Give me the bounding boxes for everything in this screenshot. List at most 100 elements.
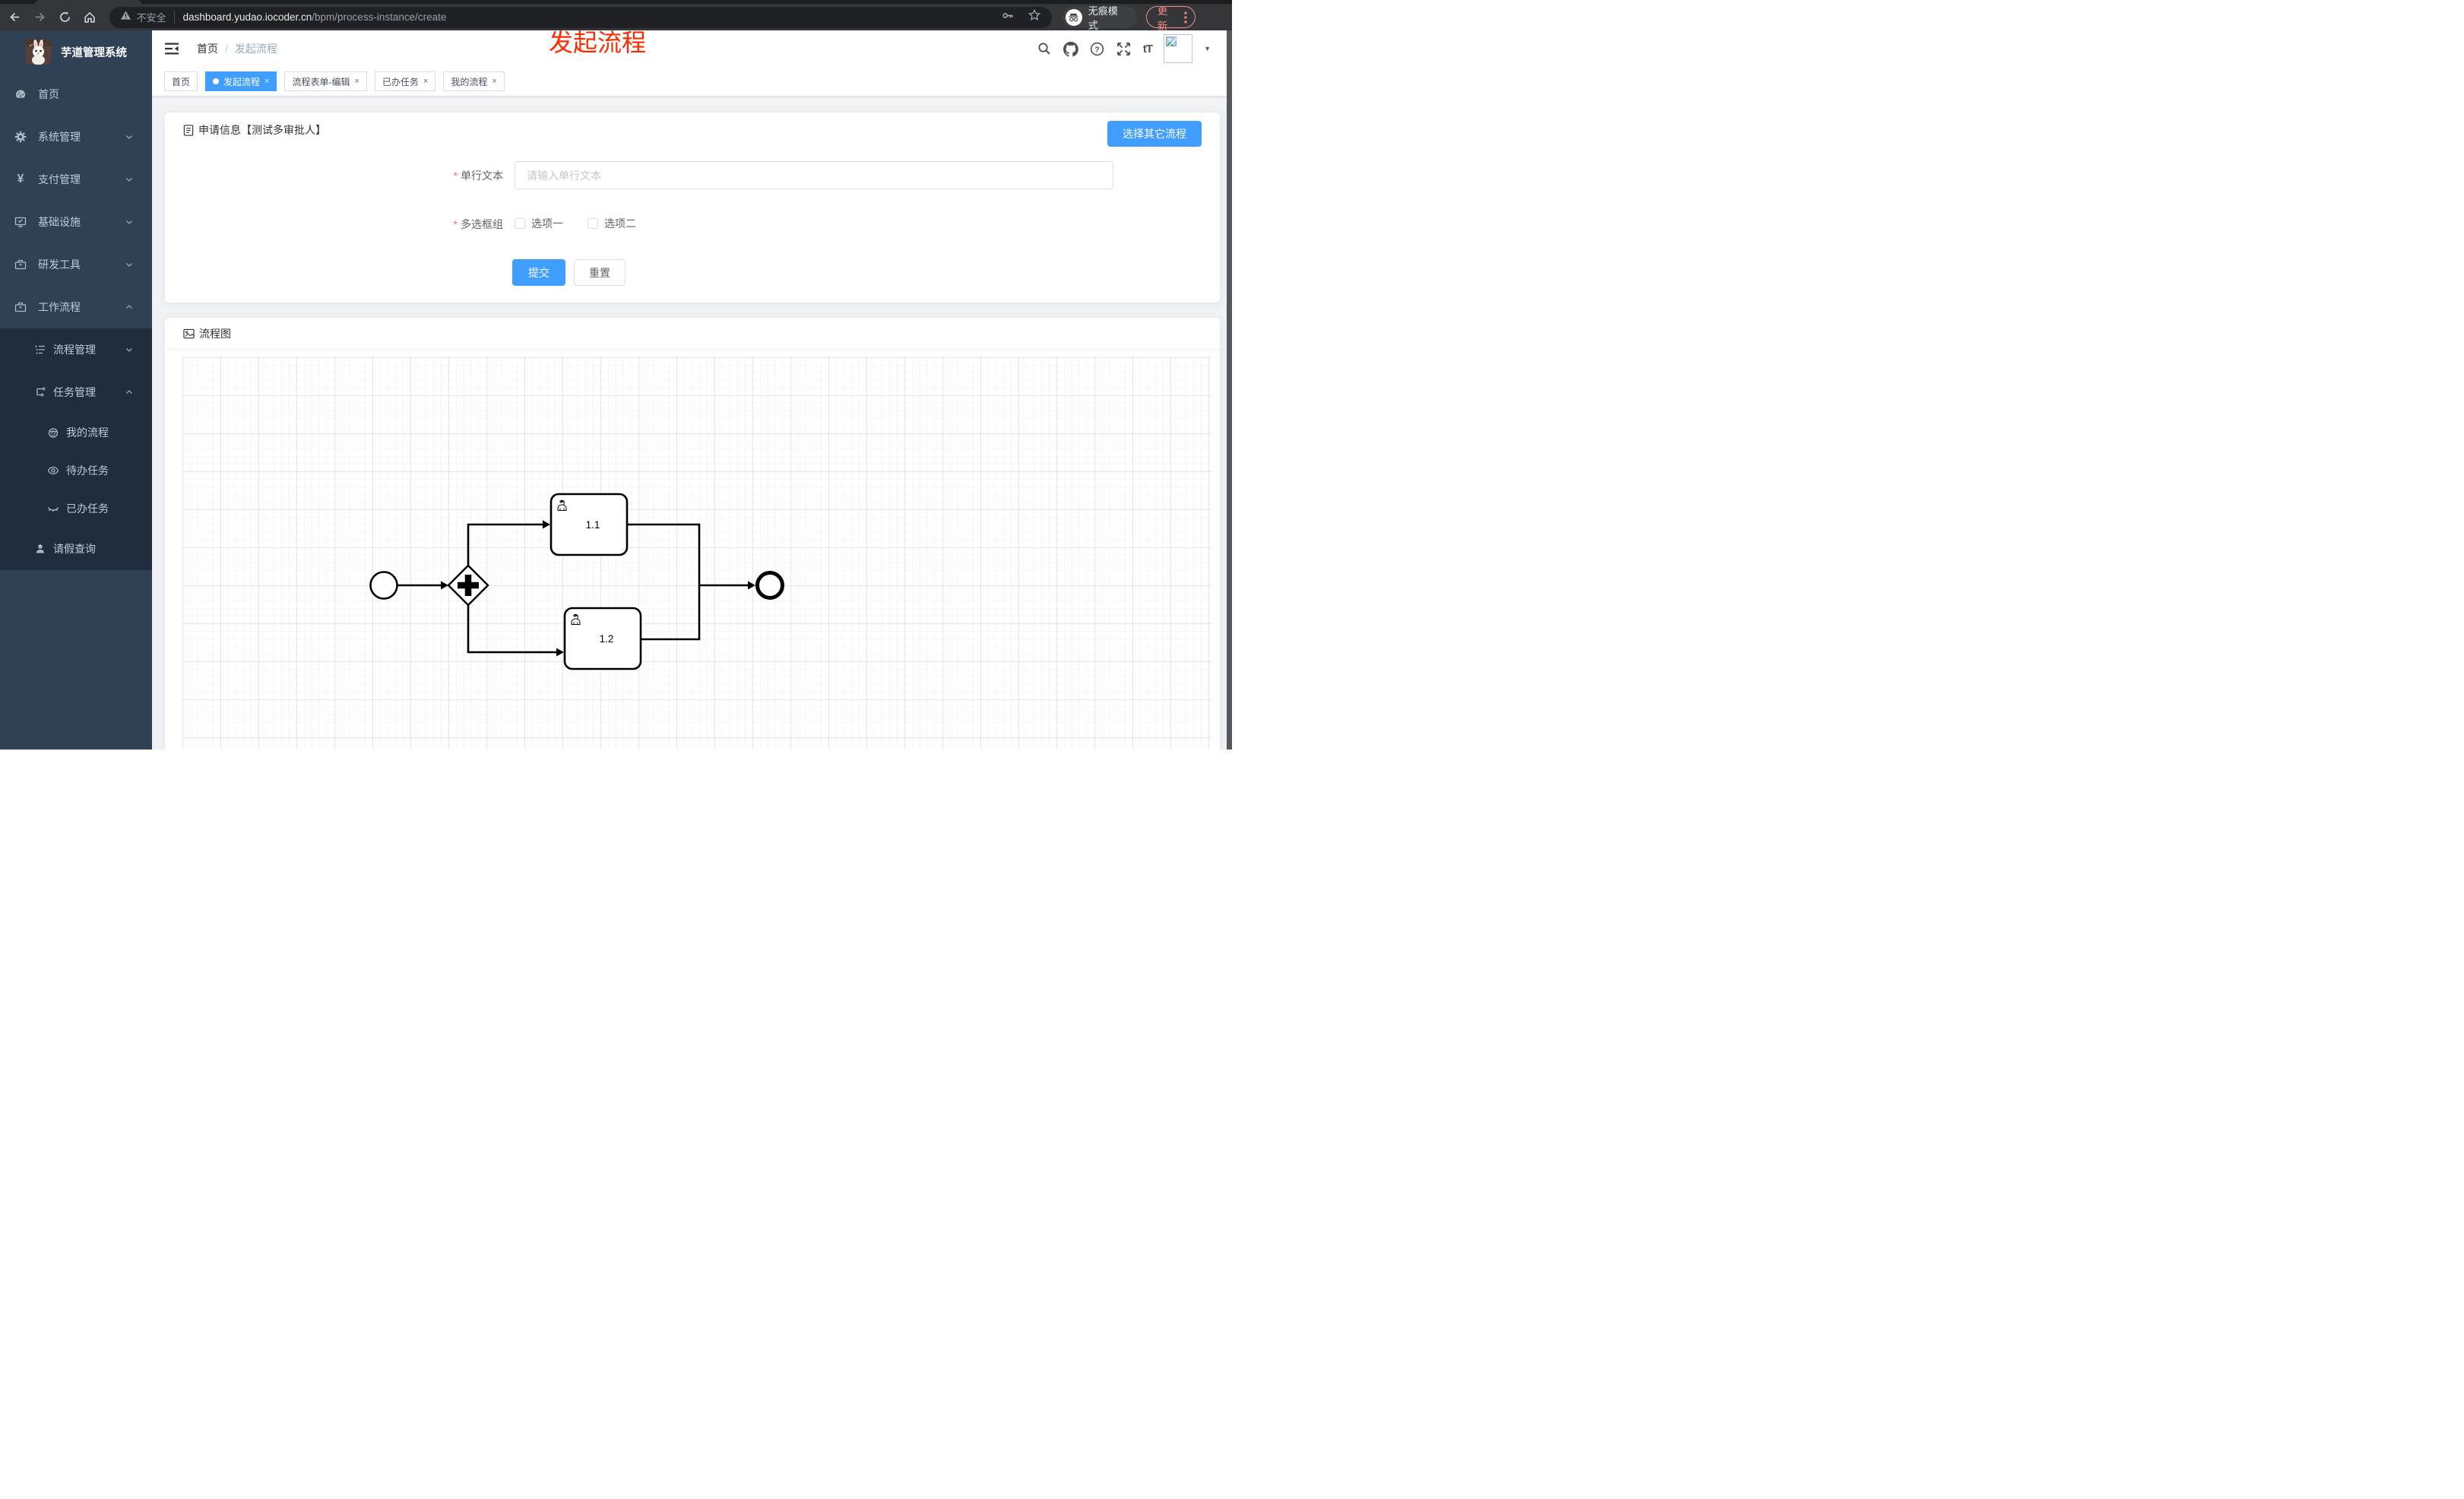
- list-tree-icon: [34, 344, 46, 356]
- sidebar-item-devtools[interactable]: 研发工具: [0, 243, 152, 286]
- update-label: 更新: [1157, 5, 1168, 32]
- sidebar-item-label: 支付管理: [38, 173, 81, 185]
- sidebar-item-my-processes[interactable]: 我的流程: [0, 414, 152, 452]
- svg-text:?: ?: [1095, 46, 1100, 54]
- breadcrumb: 首页 / 发起流程: [197, 41, 277, 56]
- password-key-icon[interactable]: [1001, 8, 1015, 27]
- checkbox-option-one[interactable]: 选项一: [515, 216, 563, 231]
- sidebar-item-payment[interactable]: ¥ 支付管理: [0, 158, 152, 201]
- sidebar: 芋道管理系统 首页 系统管理 ¥ 支付管理 基础设施 研发工具 工作流程 流程管…: [0, 30, 152, 750]
- reload-icon[interactable]: [57, 10, 72, 25]
- tab-label: 流程表单-编辑: [292, 76, 350, 87]
- forward-icon[interactable]: [33, 10, 48, 25]
- sidebar-item-task-mgmt[interactable]: 任务管理: [0, 371, 152, 414]
- reset-button[interactable]: 重置: [574, 259, 626, 286]
- security-label[interactable]: 不安全: [137, 10, 166, 24]
- sidebar-item-label: 任务管理: [53, 386, 96, 398]
- sidebar-item-label: 我的流程: [66, 426, 109, 439]
- checkbox-option-two[interactable]: 选项二: [587, 216, 636, 231]
- user-icon: [34, 543, 46, 555]
- sidebar-item-label: 系统管理: [38, 131, 81, 143]
- tab-home[interactable]: 首页: [164, 71, 198, 91]
- bookmark-star-icon[interactable]: [1028, 8, 1041, 26]
- tab-form-edit[interactable]: 流程表单-编辑 ×: [284, 71, 367, 91]
- logo-rabbit-image: [26, 39, 51, 65]
- eye-closed-icon: [47, 502, 59, 515]
- back-icon[interactable]: [8, 10, 23, 25]
- security-warning-icon[interactable]: [120, 10, 131, 24]
- avatar[interactable]: [1164, 34, 1193, 63]
- flow-task2-to-merge: [641, 585, 701, 641]
- checkbox-icon[interactable]: [515, 218, 525, 229]
- chevron-down-icon: [125, 217, 135, 227]
- tab-done-tasks[interactable]: 已办任务 ×: [374, 71, 436, 91]
- browser-menu-kebab-icon[interactable]: [1184, 11, 1187, 24]
- tab-close-icon[interactable]: ×: [264, 77, 269, 86]
- tab-create-process[interactable]: 发起流程 ×: [205, 71, 277, 91]
- tab-close-icon[interactable]: ×: [423, 77, 428, 86]
- tab-close-icon[interactable]: ×: [492, 77, 496, 86]
- page-scrollbar[interactable]: [1227, 30, 1232, 750]
- task-label: 1.2: [600, 633, 614, 645]
- tab-label: 我的流程: [451, 76, 488, 87]
- sidebar-item-label: 请假查询: [53, 543, 96, 555]
- chevron-up-icon: [125, 302, 135, 312]
- chevron-down-icon: [125, 259, 135, 270]
- sidebar-item-process-mgmt[interactable]: 流程管理: [0, 328, 152, 371]
- chevron-down-icon: [125, 132, 135, 142]
- sidebar-item-label: 已办任务: [66, 502, 109, 515]
- start-event: [369, 571, 398, 600]
- fullscreen-icon[interactable]: [1116, 41, 1132, 56]
- annotation-text: 发起流程: [549, 29, 647, 56]
- checkbox-label: 选项二: [604, 217, 636, 230]
- sidebar-item-workflow[interactable]: 工作流程: [0, 286, 152, 328]
- required-mark: *: [453, 170, 458, 182]
- single-line-text-input[interactable]: [515, 161, 1113, 189]
- sidebar-item-done-tasks[interactable]: 已办任务: [0, 490, 152, 528]
- sidebar-item-home[interactable]: 首页: [0, 73, 152, 116]
- sidebar-item-system[interactable]: 系统管理: [0, 116, 152, 158]
- breadcrumb-separator: /: [225, 43, 228, 55]
- help-icon[interactable]: ?: [1090, 41, 1105, 56]
- sidebar-item-infra[interactable]: 基础设施: [0, 201, 152, 243]
- incognito-badge: 无痕模式: [1063, 5, 1137, 31]
- submit-button[interactable]: 提交: [512, 259, 565, 286]
- process-diagram-card: 流程图 1.1 1.2: [165, 318, 1220, 750]
- font-size-icon[interactable]: tT: [1143, 43, 1153, 55]
- sidebar-item-label: 基础设施: [38, 216, 81, 228]
- card-title: 申请信息【测试多审批人】: [198, 124, 326, 136]
- incognito-icon: [1066, 8, 1082, 26]
- breadcrumb-home[interactable]: 首页: [197, 41, 218, 56]
- checkbox-label: 选项一: [531, 217, 563, 230]
- sidebar-item-label: 流程管理: [53, 344, 96, 356]
- required-mark: *: [453, 218, 458, 230]
- checkbox-field-label: * 多选框组: [453, 218, 503, 230]
- app-logo[interactable]: 芋道管理系统: [0, 30, 152, 73]
- sidebar-item-label: 首页: [38, 88, 59, 100]
- sidebar-item-leave-query[interactable]: 请假查询: [0, 528, 152, 570]
- task-label: 1.1: [586, 519, 600, 531]
- home-icon[interactable]: [82, 10, 97, 25]
- avatar-caret-icon[interactable]: ▼: [1204, 45, 1211, 52]
- url-text[interactable]: dashboard.yudao.iocoder.cn/bpm/process-i…: [183, 11, 447, 23]
- image-icon: [183, 328, 195, 338]
- tab-close-icon[interactable]: ×: [354, 77, 359, 86]
- monitor-icon: [14, 216, 27, 228]
- tab-label: 发起流程: [223, 76, 261, 87]
- sidebar-item-label: 待办任务: [66, 464, 109, 477]
- github-icon[interactable]: [1063, 41, 1078, 56]
- toolbox-icon: [14, 258, 27, 271]
- main-content: 申请信息【测试多审批人】 选择其它流程 *单行文本 *多选框组 选项一 选项二 …: [152, 97, 1232, 750]
- omnibox-divider: [173, 11, 175, 24]
- tab-label: 首页: [172, 76, 191, 87]
- choose-other-process-button[interactable]: 选择其它流程: [1107, 121, 1202, 147]
- apply-info-card: 申请信息【测试多审批人】 选择其它流程 *单行文本 *多选框组 选项一 选项二 …: [165, 113, 1220, 303]
- update-button[interactable]: 更新: [1145, 5, 1196, 32]
- search-icon[interactable]: [1037, 41, 1052, 56]
- bpmn-canvas[interactable]: 1.1 1.2: [182, 357, 1211, 750]
- checkbox-icon[interactable]: [587, 218, 598, 229]
- sidebar-item-todo-tasks[interactable]: 待办任务: [0, 452, 152, 490]
- app-title: 芋道管理系统: [61, 46, 127, 59]
- sidebar-fold-icon[interactable]: [165, 43, 179, 55]
- tab-my-processes[interactable]: 我的流程 ×: [443, 71, 505, 91]
